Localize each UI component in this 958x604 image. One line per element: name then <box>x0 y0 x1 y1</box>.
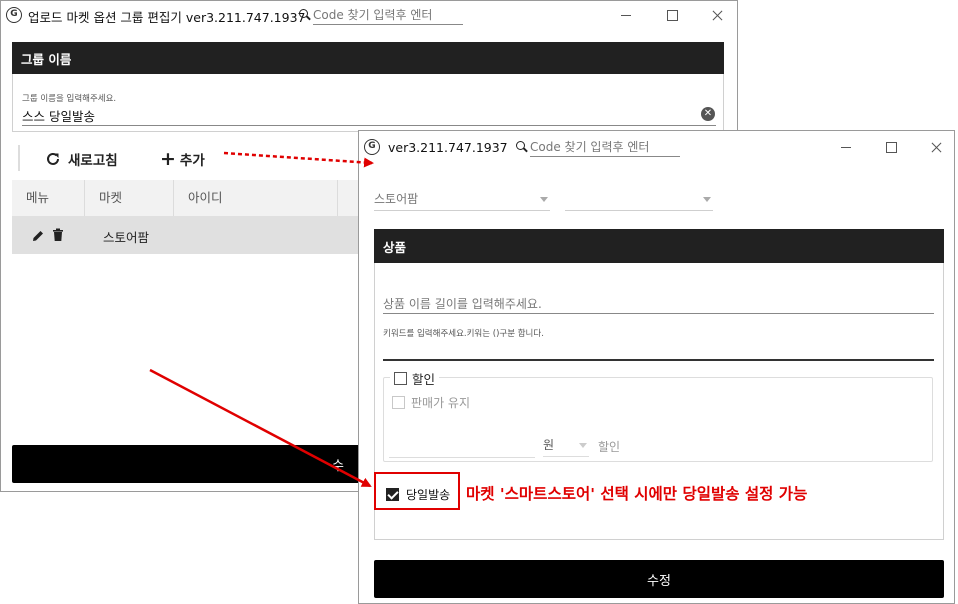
search-icon <box>299 9 311 21</box>
annotation-highlight-box <box>374 472 460 510</box>
app-logo-icon: G <box>364 139 380 155</box>
group-name-field-label: 그룹 이름을 입력해주세요. <box>22 94 117 104</box>
row-market: 스토어팜 <box>103 230 150 245</box>
refresh-button[interactable]: 새로고침 <box>45 149 118 169</box>
discount-label: 할인 <box>412 371 436 387</box>
column-header-menu: 메뉴 <box>12 180 85 216</box>
keep-price-label: 판매가 유지 <box>411 396 471 410</box>
product-name-input[interactable]: 상품 이름 길이를 입력해주세요. <box>383 295 542 312</box>
product-header: 상품 <box>374 229 944 263</box>
front-minimize-button[interactable] <box>831 133 861 161</box>
plus-icon: + <box>160 148 176 170</box>
back-titlebar: G 업로드 마켓 옵션 그룹 편집기 ver3.211.747.1937 <box>1 1 737 31</box>
group-name-underline <box>22 125 716 126</box>
submit-label: 수정 <box>647 573 671 589</box>
trash-icon[interactable] <box>52 228 64 242</box>
chevron-down-icon <box>703 197 711 202</box>
chevron-down-icon <box>540 197 548 202</box>
product-name-underline <box>383 313 934 314</box>
chevron-down-icon <box>579 443 587 448</box>
add-label: 추가 <box>179 153 205 169</box>
clear-icon[interactable]: ✕ <box>701 107 715 121</box>
back-close-button[interactable] <box>702 1 732 29</box>
group-name-panel <box>12 74 724 132</box>
back-maximize-button[interactable] <box>657 1 687 29</box>
discount-checkbox[interactable] <box>394 371 407 385</box>
discount-amount-input[interactable] <box>389 457 535 458</box>
discount-legend[interactable]: 할인 <box>390 369 440 387</box>
front-maximize-button[interactable] <box>876 133 906 161</box>
front-close-button[interactable] <box>921 133 951 161</box>
refresh-icon <box>47 152 59 165</box>
front-window: G ver3.211.747.1937 스토어팜 상품 상품 이름 길이를 입력… <box>358 130 955 604</box>
front-code-search-input[interactable] <box>530 137 680 157</box>
market-select[interactable]: 스토어팜 <box>374 189 550 211</box>
front-titlebar: G ver3.211.747.1937 <box>359 131 954 161</box>
edit-icon[interactable] <box>31 229 45 243</box>
discount-unit-select[interactable]: 원 <box>543 435 589 457</box>
discount-group <box>383 377 933 462</box>
toolbar-divider <box>18 145 20 171</box>
keyword-underline[interactable] <box>383 359 934 361</box>
account-select[interactable] <box>565 189 713 211</box>
keep-price-checkbox[interactable] <box>392 396 405 409</box>
annotation-text: 마켓 '스마트스토어' 선택 시에만 당일발송 설정 가능 <box>466 485 808 503</box>
app-logo-icon: G <box>6 7 22 23</box>
submit-button[interactable]: 수정 <box>374 560 944 598</box>
column-header-market: 마켓 <box>85 180 174 216</box>
market-select-value: 스토어팜 <box>374 192 419 206</box>
add-button[interactable]: + 추가 <box>160 148 205 170</box>
group-name-header: 그룹 이름 <box>12 42 724 74</box>
group-name-input[interactable]: 스스 당일발송 <box>22 106 95 125</box>
column-header-id: 아이디 <box>174 180 338 216</box>
keep-price-option[interactable]: 판매가 유지 <box>392 394 470 411</box>
refresh-label: 새로고침 <box>68 153 118 169</box>
back-submit-label: 수 <box>332 458 344 474</box>
search-icon <box>516 141 528 153</box>
back-code-search[interactable] <box>299 4 463 26</box>
front-window-title: ver3.211.747.1937 <box>388 140 508 155</box>
front-code-search[interactable] <box>516 136 680 158</box>
keyword-field-label: 키워드를 입력해주세요.키워는 ()구분 합니다. <box>383 329 544 339</box>
discount-suffix: 할인 <box>598 440 621 454</box>
back-minimize-button[interactable] <box>611 1 641 29</box>
discount-unit-value: 원 <box>543 438 555 452</box>
back-code-search-input[interactable] <box>313 5 463 25</box>
back-window-title: 업로드 마켓 옵션 그룹 편집기 ver3.211.747.1937 <box>28 10 306 25</box>
